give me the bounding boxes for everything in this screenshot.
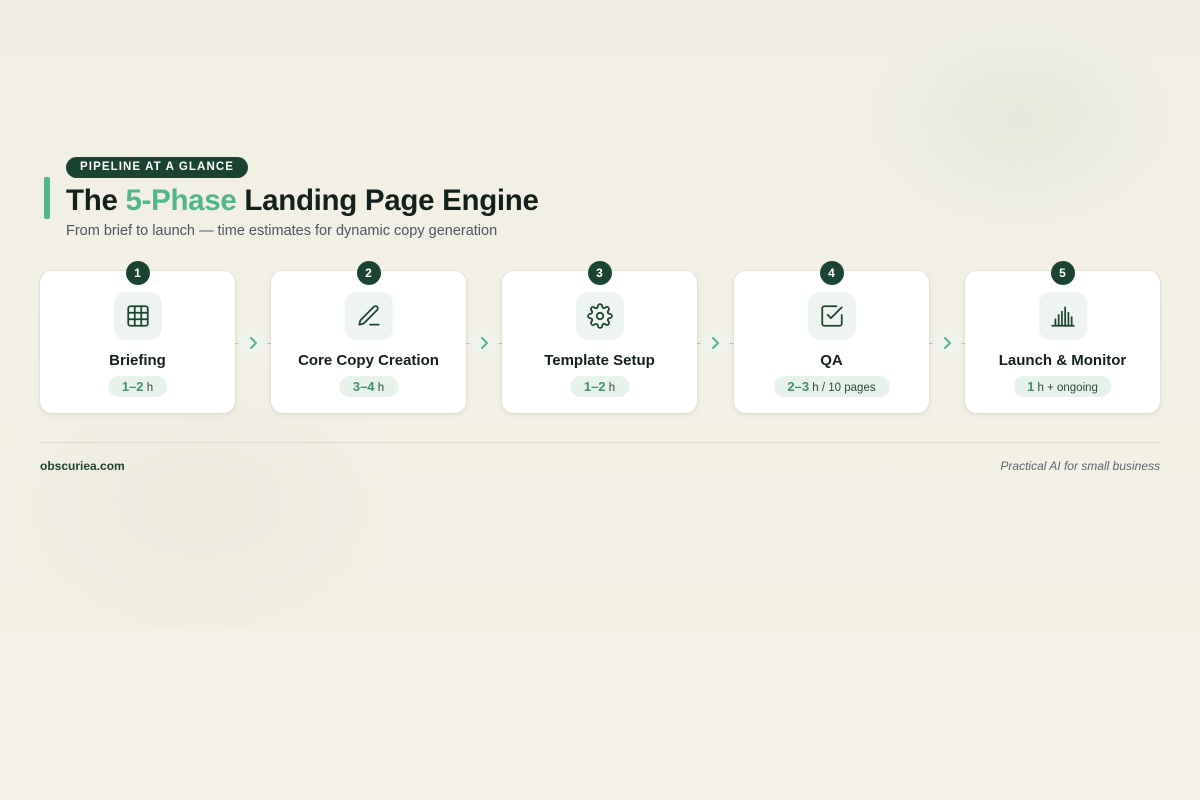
phase-number: 3 [587, 261, 612, 285]
phase-card-launch-monitor: 5 Launch & Monitor 1 h + ongoing [965, 261, 1160, 413]
time-unit: h [143, 382, 154, 394]
time-unit: h [605, 382, 616, 394]
time-value: 2–3 [787, 379, 810, 394]
phase-card-briefing: 1 Briefing 1–2 h [40, 261, 235, 413]
phase-icon-container [575, 292, 624, 340]
section-badge: PIPELINE AT A GLANCE [66, 157, 249, 178]
page-subtitle: From brief to launch — time estimates fo… [66, 223, 498, 239]
phase-icon-container [1038, 292, 1087, 340]
phase-card-template-setup: 3 Template Setup 1–2 h [502, 261, 697, 413]
phase-number: 1 [125, 261, 150, 285]
phase-connector [466, 330, 502, 356]
time-value: 1–2 [583, 379, 606, 394]
chevron-right-icon [934, 330, 960, 356]
time-unit: h + ongoing [1034, 382, 1098, 394]
phase-label: Template Setup [544, 352, 655, 369]
footer-site: obscuriea.com [40, 459, 125, 473]
phase-card-core-copy: 2 Core Copy Creation 3–4 h [271, 261, 466, 413]
time-estimate-pill: 1–2 h [569, 376, 630, 397]
checkbox-icon [820, 305, 843, 327]
time-estimate-pill: 1–2 h [107, 376, 168, 397]
bar-chart-icon [1050, 306, 1075, 327]
chevron-right-icon [471, 330, 497, 356]
phase-icon-container [807, 292, 856, 340]
page-canvas: PIPELINE AT A GLANCE The 5-Phase Landing… [0, 0, 1200, 630]
page-title: The 5-Phase Landing Page Engine [66, 184, 539, 218]
phase-label: Launch & Monitor [998, 352, 1127, 369]
phase-number: 4 [819, 261, 844, 285]
title-end: Landing Page Engine [236, 184, 539, 217]
time-unit: h [374, 382, 385, 394]
time-unit: h / 10 pages [809, 382, 876, 394]
title-highlight: 5-Phase [125, 184, 237, 217]
title-start: The [66, 184, 126, 217]
phase-connector [697, 330, 733, 356]
phase-label: Core Copy Creation [298, 352, 439, 369]
chevron-right-icon [702, 330, 728, 356]
title-accent-bar [44, 177, 50, 219]
phase-connector [929, 330, 965, 356]
phase-number: 2 [356, 261, 381, 285]
chevron-right-icon [240, 330, 266, 356]
phase-label: Briefing [109, 352, 166, 369]
pencil-icon [357, 305, 380, 326]
phase-icon-container [113, 292, 162, 340]
time-estimate-pill: 1 h + ongoing [1013, 376, 1112, 397]
footer-tagline: Practical AI for small business [1000, 459, 1160, 473]
phase-label: QA [820, 352, 843, 369]
time-value: 3–4 [352, 379, 375, 394]
phase-card-qa: 4 QA 2–3 h / 10 pages [734, 261, 929, 413]
phase-number: 5 [1050, 261, 1075, 285]
footer-divider [40, 442, 1160, 443]
phase-connector [235, 330, 271, 356]
phase-icon-container [344, 292, 393, 340]
time-estimate-pill: 3–4 h [338, 376, 399, 397]
gear-icon [586, 303, 613, 329]
grid-icon [126, 305, 149, 327]
time-estimate-pill: 2–3 h / 10 pages [773, 376, 890, 397]
phase-pipeline: 1 Briefing 1–2 h 2 Core Copy Creation 3–… [40, 261, 1160, 413]
time-value: 1–2 [121, 379, 144, 394]
